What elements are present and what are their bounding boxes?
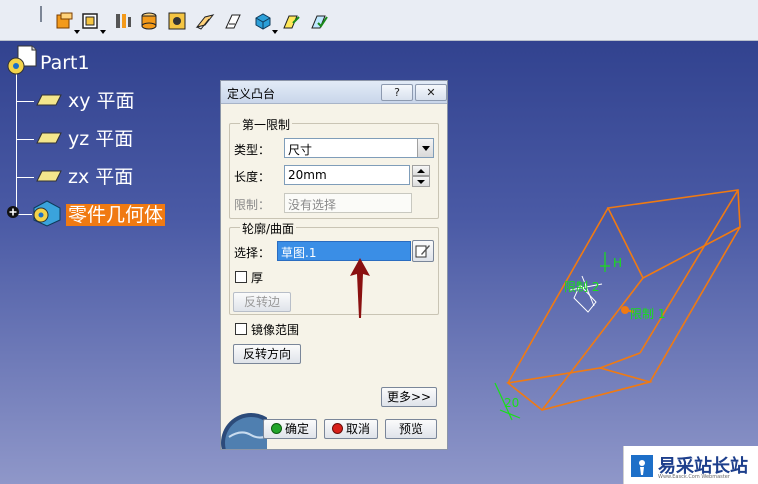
profile-select-value: 草图.1 xyxy=(281,246,317,260)
profile-legend: 轮廓/曲面 xyxy=(240,220,297,237)
watermark-subtext: Www.Easck.Com Webmaster xyxy=(658,474,730,480)
close-button[interactable]: ✕ xyxy=(415,84,447,101)
first-limit-legend: 第一限制 xyxy=(240,116,293,133)
dialog-title: 定义凸台 xyxy=(227,87,276,101)
help-button[interactable]: ? xyxy=(381,84,413,101)
plane-icon xyxy=(36,94,62,106)
sketch-edit-button[interactable] xyxy=(412,240,434,262)
sketch-edit-icon xyxy=(415,245,430,258)
part-icon[interactable] xyxy=(4,44,40,80)
mirrored-extent-checkbox[interactable] xyxy=(235,323,247,335)
hole-icon[interactable] xyxy=(138,10,160,32)
body-icon[interactable] xyxy=(30,198,64,228)
spin-up-icon[interactable] xyxy=(412,165,430,176)
profile-select-input[interactable]: 草图.1 xyxy=(277,241,411,261)
cancel-label: 取消 xyxy=(345,422,370,436)
tree-item-yz-plane[interactable]: yz 平面 xyxy=(68,128,133,150)
draft-icon[interactable] xyxy=(308,10,330,32)
thick-checkbox[interactable] xyxy=(235,271,247,283)
shaft-icon[interactable] xyxy=(112,10,134,32)
dialog-title-bar[interactable]: 定义凸台 ? ✕ xyxy=(221,81,447,104)
limit-label: 限制： xyxy=(234,198,271,212)
chevron-down-icon[interactable] xyxy=(417,139,433,157)
spin-down-icon[interactable] xyxy=(412,176,430,187)
length-input[interactable]: 20mm xyxy=(284,165,410,185)
more-button[interactable]: 更多>> xyxy=(381,387,437,407)
multi-pad-icon[interactable] xyxy=(280,10,302,32)
watermark-logo-icon xyxy=(631,455,653,477)
limit-input-value: 没有选择 xyxy=(288,198,337,212)
rib-icon[interactable] xyxy=(194,10,216,32)
globe-logo xyxy=(221,403,267,449)
mirrored-extent-label: 镜像范围 xyxy=(251,323,300,337)
preview-button[interactable]: 预览 xyxy=(385,419,437,439)
slot-icon[interactable] xyxy=(222,10,244,32)
toolbar-separator xyxy=(40,6,42,22)
pocket-icon[interactable] xyxy=(166,10,188,32)
ok-label: 确定 xyxy=(284,422,309,436)
limit-1-label[interactable]: 限制 1 xyxy=(630,305,665,322)
select-label: 选择： xyxy=(234,246,271,260)
expand-icon[interactable] xyxy=(6,205,20,219)
tree-branch-line xyxy=(16,139,34,140)
tree-item-zx-plane[interactable]: zx 平面 xyxy=(68,166,133,188)
limit-input: 没有选择 xyxy=(284,193,412,213)
reverse-direction-button[interactable]: 反转方向 xyxy=(233,344,301,364)
pad-preview-geometry xyxy=(494,189,741,421)
cancel-icon xyxy=(331,423,343,434)
3d-viewport[interactable]: H 限制 2 限制 1 20 xyxy=(450,40,758,484)
length-label: 长度： xyxy=(234,170,271,184)
pad-icon[interactable] xyxy=(54,10,80,34)
tree-trunk-line xyxy=(16,72,17,214)
define-pad-dialog: 定义凸台 ? ✕ 第一限制 类型： 尺寸 长度： 20mm 限制： 没有选择 轮… xyxy=(220,80,448,450)
length-spinner[interactable] xyxy=(412,165,430,187)
height-dimension-label: H xyxy=(613,256,623,270)
plane-icon xyxy=(36,170,62,182)
type-dropdown-value: 尺寸 xyxy=(288,143,313,157)
type-dropdown[interactable]: 尺寸 xyxy=(284,138,434,158)
ok-icon xyxy=(270,423,282,434)
tree-item-body[interactable]: 零件几何体 xyxy=(66,204,166,226)
tree-item-xy-plane[interactable]: xy 平面 xyxy=(68,90,135,112)
site-watermark: 易采站长站 Www.Easck.Com Webmaster xyxy=(623,446,758,484)
sketch-icon[interactable] xyxy=(80,10,106,34)
thick-label: 厚 xyxy=(251,271,264,285)
ok-button[interactable]: 确定 xyxy=(263,419,317,439)
limit-2-label[interactable]: 限制 2 xyxy=(564,278,599,295)
annotation-arrow-icon xyxy=(350,258,370,318)
plane-icon xyxy=(36,132,62,144)
type-label: 类型： xyxy=(234,143,271,157)
length-dimension-value[interactable]: 20 xyxy=(504,396,519,410)
tree-branch-line xyxy=(16,177,34,178)
solid-combine-icon[interactable] xyxy=(252,10,278,34)
toolbar xyxy=(0,0,758,41)
tree-branch-line xyxy=(16,101,34,102)
tree-root-label[interactable]: Part1 xyxy=(40,52,90,74)
reverse-side-button: 反转边 xyxy=(233,292,291,312)
length-input-value: 20mm xyxy=(288,168,327,182)
specification-tree: Part1 xy 平面 yz 平面 zx 平面 零件几何体 xyxy=(0,40,230,340)
cancel-button[interactable]: 取消 xyxy=(324,419,378,439)
